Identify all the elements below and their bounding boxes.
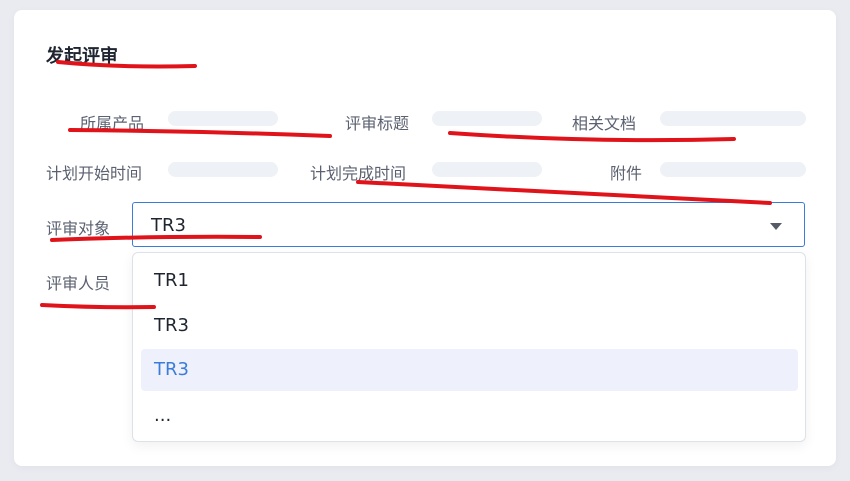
- review-object-selected-value: TR3: [151, 215, 186, 236]
- plan-start-label: 计划开始时间: [46, 164, 143, 183]
- review-title-value: [432, 111, 542, 126]
- dropdown-option-more[interactable]: ...: [141, 395, 798, 437]
- product-value: [168, 111, 278, 126]
- dropdown-option-tr1[interactable]: TR1: [141, 260, 798, 302]
- review-title-label: 评审标题: [345, 114, 410, 133]
- review-object-select[interactable]: TR3: [132, 202, 805, 247]
- plan-finish-label: 计划完成时间: [310, 164, 407, 183]
- review-object-dropdown: TR1 TR3 TR3 ...: [132, 252, 806, 442]
- product-label: 所属产品: [80, 114, 145, 133]
- page-title: 发起评审: [46, 46, 118, 67]
- reviewers-label: 评审人员: [46, 274, 111, 293]
- related-docs-label: 相关文档: [572, 114, 637, 133]
- plan-finish-value: [432, 162, 542, 177]
- attachment-label: 附件: [610, 164, 643, 183]
- dropdown-option-tr3-highlighted[interactable]: TR3: [141, 349, 798, 391]
- review-object-label: 评审对象: [46, 219, 111, 238]
- attachment-value: [660, 162, 806, 177]
- related-docs-value: [660, 111, 806, 126]
- dropdown-option-tr3[interactable]: TR3: [141, 305, 798, 347]
- plan-start-value: [168, 162, 278, 177]
- caret-down-icon[interactable]: [770, 223, 782, 230]
